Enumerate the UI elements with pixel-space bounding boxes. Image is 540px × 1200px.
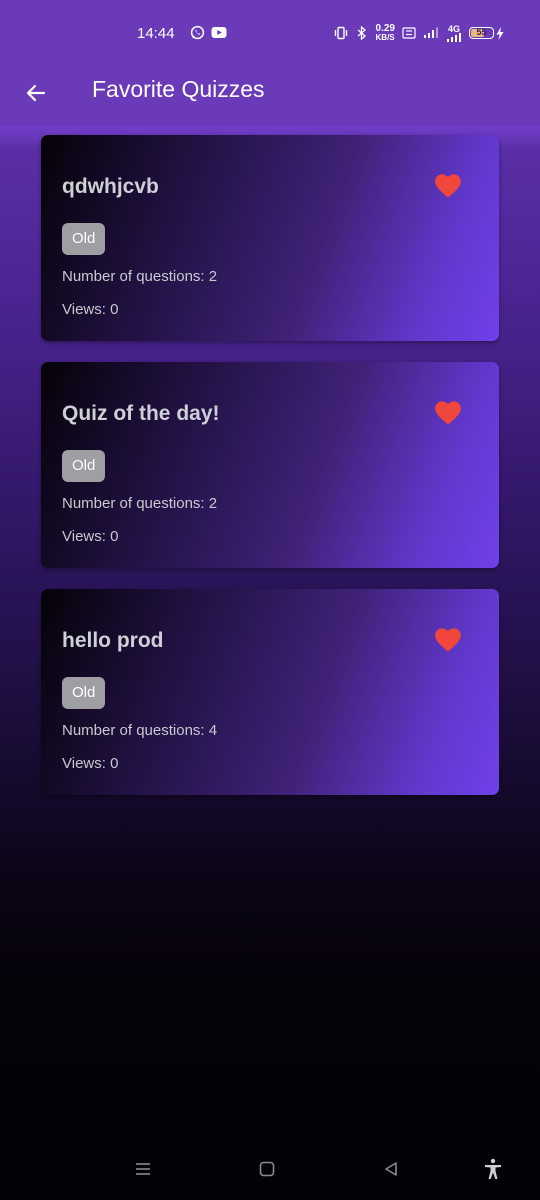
view-count: Views: 0 — [62, 528, 119, 545]
status-badge: Old — [62, 450, 106, 482]
question-count: Number of questions: 4 — [62, 722, 218, 739]
home-button[interactable] — [252, 1154, 282, 1184]
back-arrow-icon — [26, 84, 46, 102]
bluetooth-icon — [357, 26, 366, 40]
status-notification-icons — [190, 25, 227, 40]
status-time: 14:44 — [137, 25, 175, 42]
question-count: Number of questions: 2 — [62, 268, 218, 285]
youtube-icon — [211, 27, 227, 38]
whatsapp-icon — [190, 25, 205, 40]
home-icon — [259, 1161, 275, 1177]
status-bar: 14:44 0.29 KB/S 4G 55 — [0, 0, 540, 68]
heart-icon[interactable] — [434, 173, 462, 199]
heart-icon[interactable] — [434, 627, 462, 653]
status-badge: Old — [62, 223, 106, 255]
quiz-card[interactable]: hello prod Old Number of questions: 4 Vi… — [41, 589, 499, 795]
volte-icon — [402, 27, 416, 39]
vibrate-icon — [334, 26, 347, 40]
status-system-icons: 0.29 KB/S 4G 55 — [334, 24, 504, 42]
quiz-card[interactable]: Quiz of the day! Old Number of questions… — [41, 362, 499, 568]
back-button[interactable] — [20, 77, 52, 109]
back-icon — [385, 1162, 397, 1176]
heart-icon[interactable] — [434, 400, 462, 426]
recent-apps-icon — [136, 1163, 150, 1175]
quiz-title: hello prod — [62, 629, 164, 652]
quiz-title: qdwhjcvb — [62, 175, 159, 198]
quiz-title: Quiz of the day! — [62, 402, 220, 425]
signal-bars-icon — [447, 32, 461, 42]
view-count: Views: 0 — [62, 301, 119, 318]
system-nav-bar — [0, 1140, 540, 1200]
network-speed: 0.29 KB/S — [375, 23, 395, 43]
accessibility-button[interactable] — [478, 1154, 508, 1184]
question-count: Number of questions: 2 — [62, 495, 218, 512]
battery-icon: 55 — [469, 27, 494, 39]
status-badge: Old — [62, 677, 106, 709]
view-count: Views: 0 — [62, 755, 119, 772]
system-back-button[interactable] — [376, 1154, 406, 1184]
network-type: 4G — [446, 24, 462, 42]
page-title: Favorite Quizzes — [92, 76, 265, 102]
app-bar: Favorite Quizzes — [0, 68, 540, 126]
accessibility-icon — [485, 1158, 501, 1179]
quiz-card[interactable]: qdwhjcvb Old Number of questions: 2 View… — [41, 135, 499, 341]
recent-apps-button[interactable] — [128, 1154, 158, 1184]
charging-icon — [496, 26, 504, 40]
battery-indicator: 55 — [469, 26, 504, 40]
signal-icon — [424, 27, 438, 38]
